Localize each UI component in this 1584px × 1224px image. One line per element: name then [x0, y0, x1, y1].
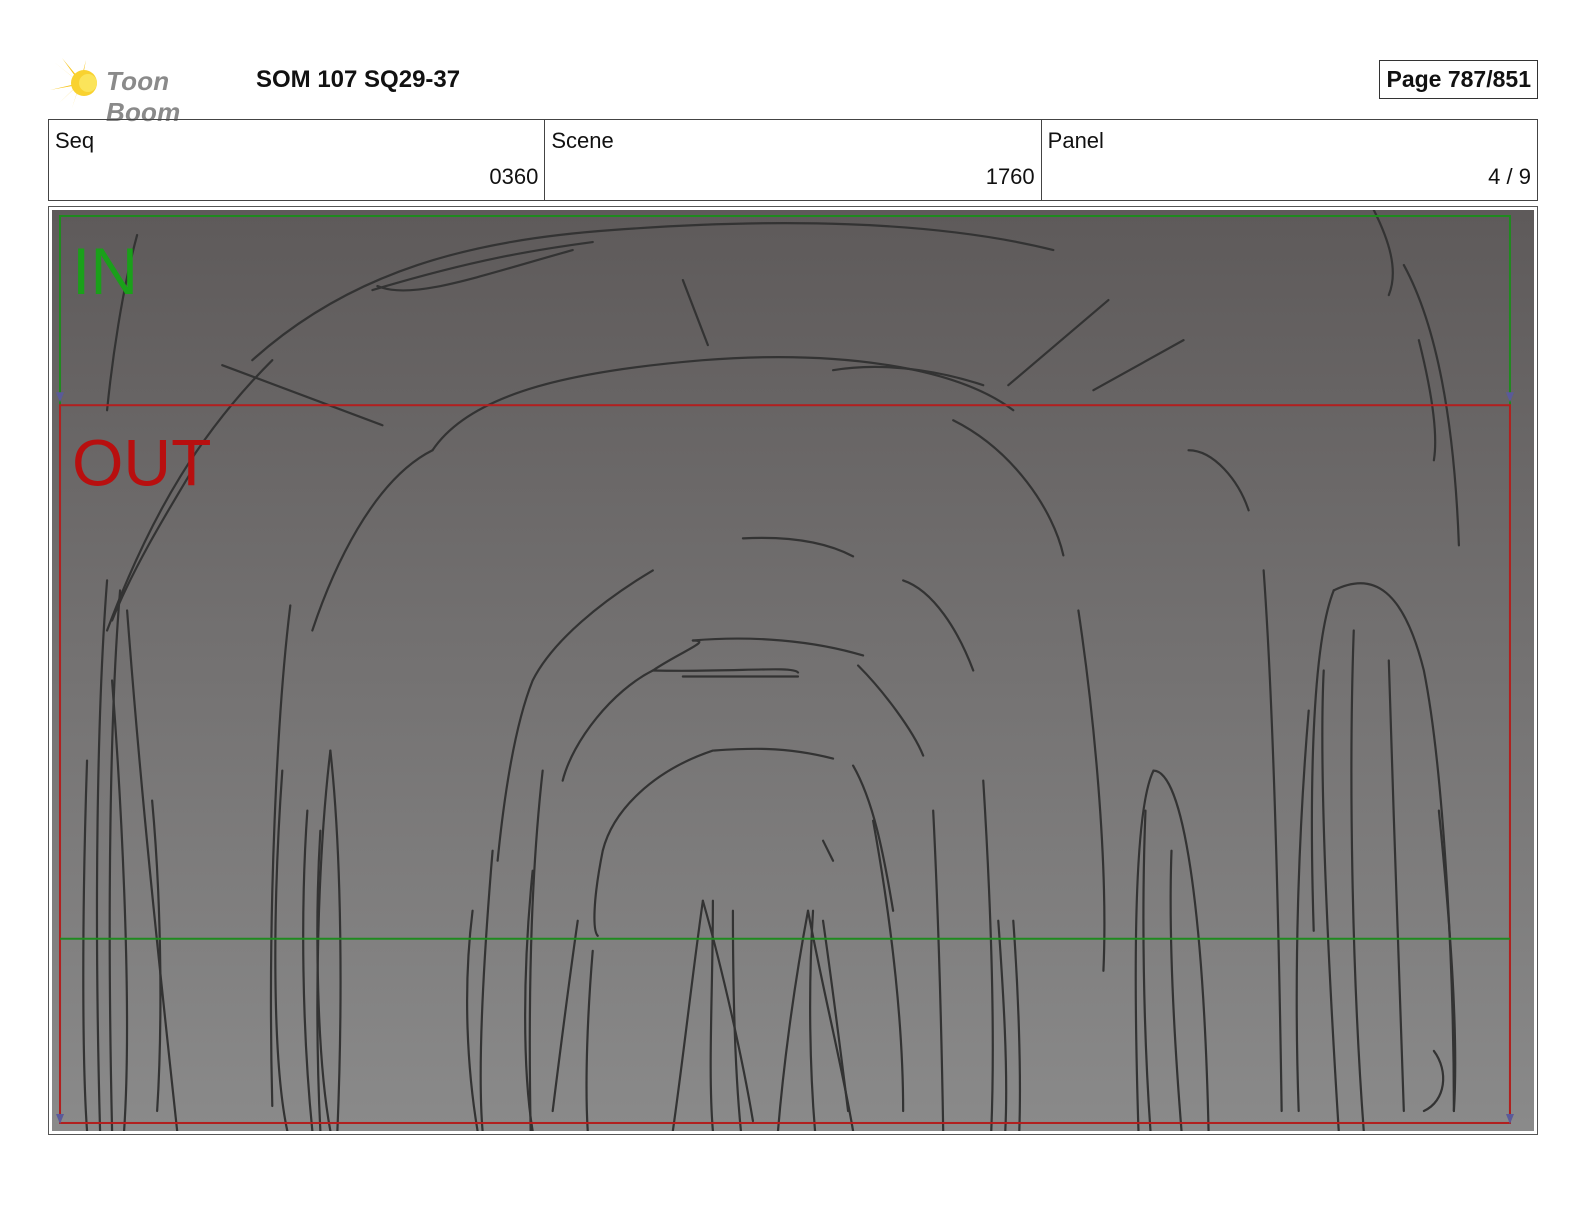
panel-cell: Panel 4 / 9 — [1042, 120, 1537, 200]
seq-label: Seq — [55, 128, 95, 153]
scene-label: Scene — [551, 128, 614, 153]
page-indicator: Page 787/851 — [1379, 60, 1538, 99]
panel-sketch: IN OUT — [52, 210, 1534, 1131]
storyboard-panel: IN OUT — [48, 206, 1538, 1135]
scene-value: 1760 — [985, 164, 1035, 189]
seq-cell: Seq 0360 — [49, 120, 546, 200]
sunburst-icon — [50, 58, 97, 108]
page-header: Toon Boom SOM 107 SQ29-37 Page 787/851 — [48, 54, 1538, 127]
panel-label: Panel — [1047, 128, 1104, 153]
project-title: SOM 107 SQ29-37 — [256, 66, 461, 93]
panel-value: 4 / 9 — [1488, 164, 1531, 189]
out-label: OUT — [72, 426, 212, 500]
scene-cell: Scene 1760 — [545, 120, 1042, 200]
storyboard-info-table: Seq 0360 Scene 1760 Panel 4 / 9 — [48, 119, 1538, 201]
in-label: IN — [72, 235, 138, 309]
toon-boom-logo: Toon Boom — [50, 56, 240, 127]
seq-value: 0360 — [489, 164, 539, 189]
